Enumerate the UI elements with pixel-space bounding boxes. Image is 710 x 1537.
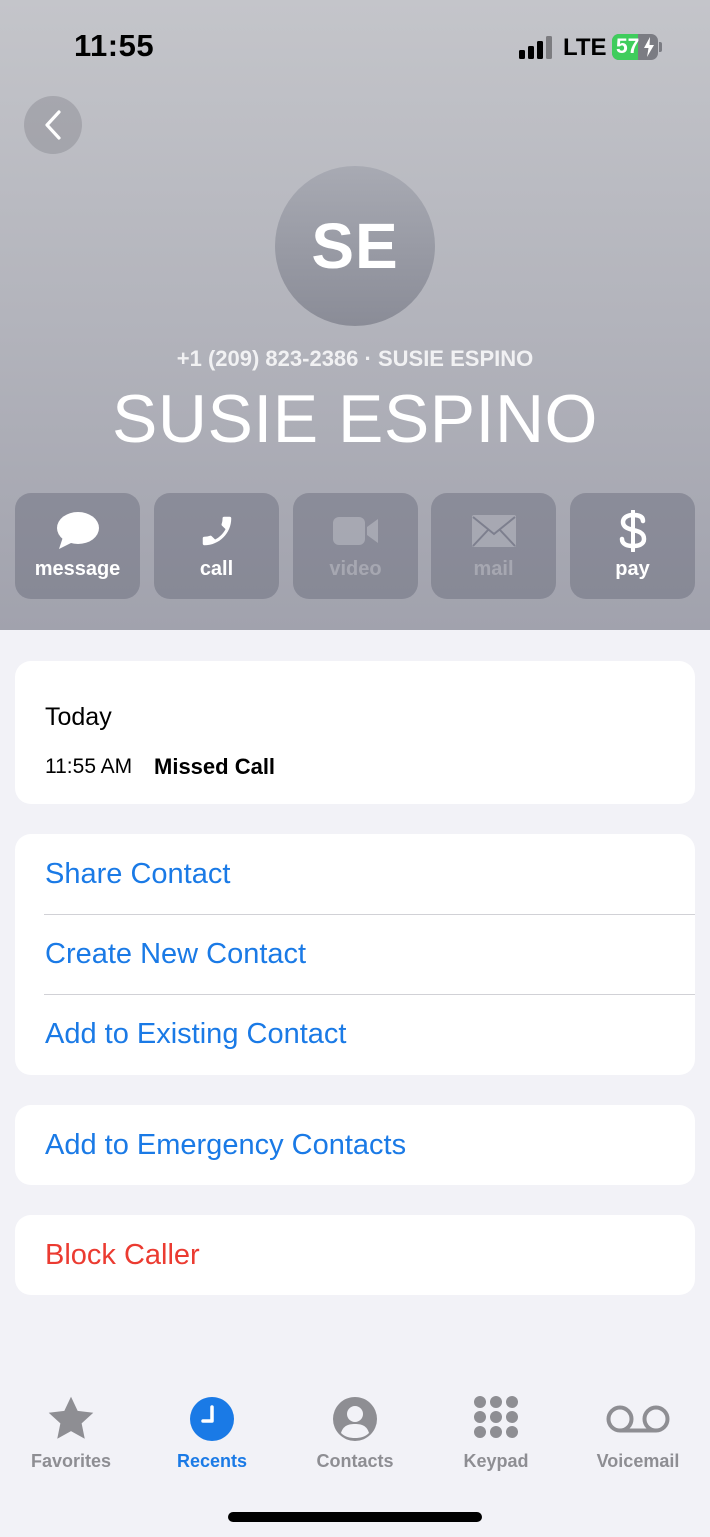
charging-bolt-icon	[644, 37, 654, 57]
emergency-card: Add to Emergency Contacts	[15, 1105, 695, 1185]
envelope-icon	[471, 515, 516, 547]
contact-name: SUSIE ESPINO	[112, 381, 598, 457]
tab-keypad[interactable]: Keypad	[426, 1393, 566, 1483]
voicemail-icon	[606, 1405, 670, 1433]
phone-icon	[202, 516, 231, 546]
tab-label: Voicemail	[596, 1451, 680, 1471]
star-icon	[48, 1396, 94, 1439]
clock-icon	[190, 1397, 234, 1441]
tab-label: Contacts	[316, 1451, 394, 1471]
create-new-contact-button[interactable]: Create New Contact	[15, 914, 695, 994]
call-button[interactable]: call	[154, 493, 279, 599]
call-label: call	[199, 558, 234, 580]
block-card: Block Caller	[15, 1215, 695, 1295]
tab-contacts[interactable]: Contacts	[285, 1393, 425, 1483]
video-button[interactable]: video	[293, 493, 418, 599]
tab-recents[interactable]: Recents	[142, 1393, 282, 1483]
cellular-signal-icon	[519, 36, 553, 59]
dollar-icon	[619, 510, 646, 552]
add-to-existing-contact-button[interactable]: Add to Existing Contact	[15, 994, 695, 1074]
video-label: video	[329, 558, 382, 580]
contact-avatar: SE	[275, 166, 435, 326]
tab-favorites[interactable]: Favorites	[1, 1393, 141, 1483]
battery-percent: 57	[616, 35, 640, 58]
network-type: LTE	[563, 34, 607, 61]
video-camera-icon	[332, 517, 378, 545]
tab-label: Favorites	[30, 1451, 112, 1471]
tab-label: Recents	[176, 1451, 248, 1471]
message-label: message	[34, 558, 121, 580]
message-bubble-icon	[56, 512, 99, 549]
share-contact-button[interactable]: Share Contact	[15, 834, 695, 914]
add-to-emergency-contacts-button[interactable]: Add to Emergency Contacts	[15, 1105, 695, 1185]
battery-cap	[659, 42, 662, 52]
message-button[interactable]: message	[15, 493, 140, 599]
contact-header: 11:55 LTE 57 SE +1 (209) 823-2386 · SUSI…	[0, 0, 710, 630]
chevron-left-icon	[45, 110, 61, 140]
pay-label: pay	[615, 558, 650, 580]
contact-options-card: Share Contact Create New Contact Add to …	[15, 834, 695, 1075]
mail-label: mail	[473, 558, 514, 580]
back-button[interactable]	[24, 96, 82, 154]
battery-icon: 57	[612, 34, 658, 60]
call-history-card: Today 11:55 AM Missed Call	[15, 661, 695, 804]
home-indicator[interactable]	[228, 1512, 482, 1522]
person-circle-icon	[333, 1397, 377, 1441]
block-caller-button[interactable]: Block Caller	[15, 1215, 695, 1295]
mail-button[interactable]: mail	[431, 493, 556, 599]
tab-voicemail[interactable]: Voicemail	[568, 1393, 708, 1483]
keypad-icon	[474, 1396, 518, 1438]
contact-subtitle: +1 (209) 823-2386 · SUSIE ESPINO	[176, 346, 534, 371]
call-day: Today	[45, 703, 112, 731]
pay-button[interactable]: pay	[570, 493, 695, 599]
call-status: Missed Call	[154, 754, 276, 779]
call-time: 11:55 AM	[45, 755, 133, 778]
tab-label: Keypad	[463, 1451, 529, 1471]
status-time: 11:55	[74, 28, 155, 63]
